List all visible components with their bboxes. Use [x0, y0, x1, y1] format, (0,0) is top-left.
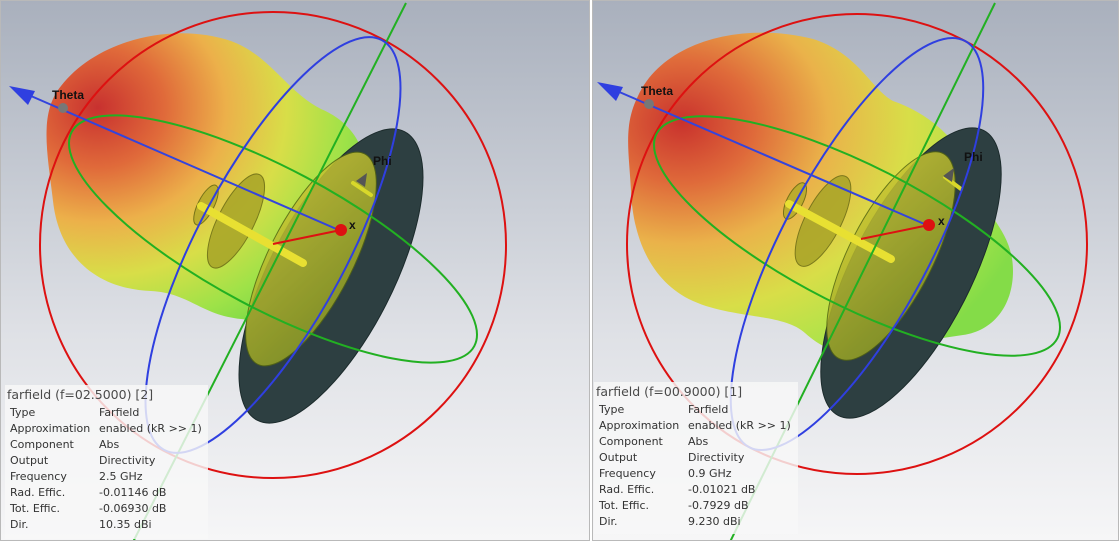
farfield-comparison-window: Theta Phi x farfield (f=02.5000) [2] Typ…: [0, 0, 1119, 546]
theta-arrow-icon: [597, 82, 623, 101]
info-row: Approximation enabled (kR >> 1): [594, 418, 798, 434]
info-value: -0.06930 dB: [99, 502, 167, 515]
info-row: Output Directivity: [594, 450, 798, 466]
info-value: 2.5 GHz: [99, 470, 143, 483]
info-value: -0.01021 dB: [688, 483, 756, 496]
info-row: Component Abs: [594, 434, 798, 450]
info-value: Farfield: [99, 406, 140, 419]
info-value: Directivity: [99, 454, 156, 467]
x-axis-label: x: [938, 214, 945, 228]
origin-marker-icon: [923, 219, 935, 231]
phi-label: Phi: [373, 154, 392, 168]
theta-label: Theta: [641, 84, 673, 98]
info-key: Component: [599, 435, 663, 448]
info-key: Frequency: [10, 470, 67, 483]
info-key: Rad. Effic.: [10, 486, 66, 499]
phi-label: Phi: [964, 150, 983, 164]
info-row: Tot. Effic. -0.7929 dB: [594, 498, 798, 514]
info-key: Dir.: [599, 515, 618, 528]
info-row: Dir. 10.35 dBi: [5, 517, 208, 533]
info-row: Approximation enabled (kR >> 1): [5, 421, 208, 437]
info-value: 0.9 GHz: [688, 467, 732, 480]
info-row: Type Farfield: [594, 402, 798, 418]
info-key: Rad. Effic.: [599, 483, 655, 496]
info-key: Tot. Effic.: [599, 499, 650, 512]
info-key: Output: [10, 454, 49, 467]
info-value: Directivity: [688, 451, 745, 464]
farfield-info-title: farfield (f=02.5000) [2]: [7, 387, 154, 402]
theta-label: Theta: [52, 88, 84, 102]
info-row: Rad. Effic. -0.01146 dB: [5, 485, 208, 501]
info-value: -0.7929 dB: [688, 499, 749, 512]
info-value: 9.230 dBi: [688, 515, 741, 528]
info-value: 10.35 dBi: [99, 518, 152, 531]
theta-arrow-icon: [9, 86, 35, 105]
info-value: enabled (kR >> 1): [99, 422, 202, 435]
farfield-info-title: farfield (f=00.9000) [1]: [596, 384, 743, 399]
farfield-info-panel-left: farfield (f=02.5000) [2] Type Farfield A…: [5, 385, 208, 539]
origin-marker-icon: [335, 224, 347, 236]
info-value: Abs: [688, 435, 709, 448]
x-axis-label: x: [349, 218, 356, 232]
info-row: Tot. Effic. -0.06930 dB: [5, 501, 208, 517]
info-key: Type: [10, 406, 36, 419]
info-key: Frequency: [599, 467, 656, 480]
info-value: -0.01146 dB: [99, 486, 167, 499]
info-row: Component Abs: [5, 437, 208, 453]
farfield-info-panel-right: farfield (f=00.9000) [1] Type Farfield A…: [594, 382, 798, 534]
info-key: Dir.: [10, 518, 29, 531]
info-row: Type Farfield: [5, 405, 208, 421]
info-value: Farfield: [688, 403, 729, 416]
info-value: Abs: [99, 438, 120, 451]
info-value: enabled (kR >> 1): [688, 419, 791, 432]
theta-marker-icon: [58, 103, 68, 113]
info-key: Approximation: [599, 419, 680, 432]
theta-marker-icon: [644, 99, 654, 109]
info-key: Approximation: [10, 422, 91, 435]
info-row: Frequency 0.9 GHz: [594, 466, 798, 482]
info-key: Tot. Effic.: [10, 502, 61, 515]
info-key: Output: [599, 451, 638, 464]
info-row: Output Directivity: [5, 453, 208, 469]
info-key: Type: [599, 403, 625, 416]
farfield-3d-viewport-left[interactable]: Theta Phi x farfield (f=02.5000) [2] Typ…: [0, 0, 590, 541]
info-key: Component: [10, 438, 74, 451]
info-row: Dir. 9.230 dBi: [594, 514, 798, 530]
info-row: Frequency 2.5 GHz: [5, 469, 208, 485]
info-row: Rad. Effic. -0.01021 dB: [594, 482, 798, 498]
